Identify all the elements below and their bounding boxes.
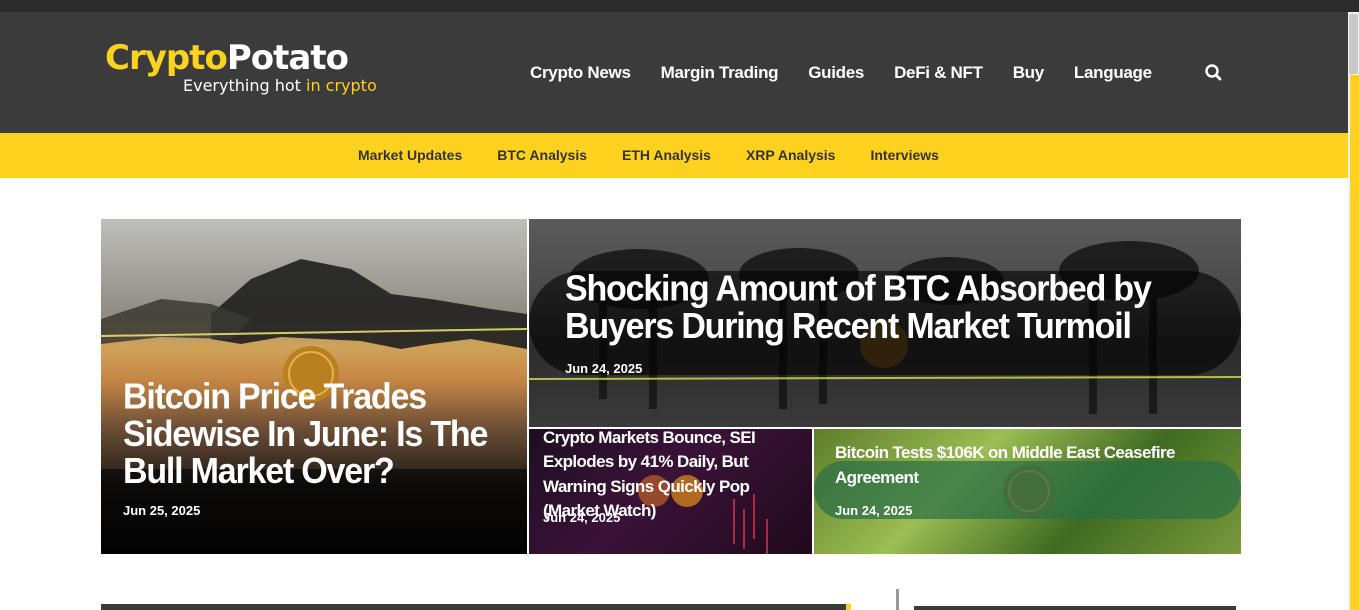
site-header: CryptoPotato Everything hot in crypto Cr…: [0, 12, 1348, 133]
subnav-interviews[interactable]: Interviews: [870, 147, 938, 163]
featured-article-3[interactable]: Crypto Markets Bounce, SEI Explodes by 4…: [529, 429, 812, 554]
logo-crypto-text: Crypto: [105, 38, 228, 78]
article-2-title[interactable]: Shocking Amount of BTC Absorbed by Buyer…: [565, 270, 1225, 346]
category-subnav: Market Updates BTC Analysis ETH Analysis…: [0, 133, 1348, 178]
tagline-text: Everything hot: [183, 76, 306, 95]
logo-potato-text: Potato: [226, 38, 349, 78]
sidebar-divider: [896, 589, 899, 610]
logo-tagline: Everything hot in crypto: [183, 76, 377, 95]
subnav-btc-analysis[interactable]: BTC Analysis: [497, 147, 587, 163]
nav-guides[interactable]: Guides: [808, 63, 864, 83]
site-logo[interactable]: CryptoPotato Everything hot in crypto: [105, 38, 385, 100]
nav-language[interactable]: Language: [1074, 63, 1152, 83]
tagline-highlight: in crypto: [306, 76, 377, 95]
section-header-bar: [101, 604, 846, 610]
article-1-date: Jun 25, 2025: [123, 503, 201, 518]
nav-defi-nft[interactable]: DeFi & NFT: [894, 63, 983, 83]
sidebar-header-bar: [914, 606, 1236, 610]
side-accent-strip: [1350, 75, 1359, 610]
subnav-xrp-analysis[interactable]: XRP Analysis: [746, 147, 836, 163]
article-4-date: Jun 24, 2025: [835, 503, 913, 518]
featured-article-4[interactable]: Bitcoin Tests $106K on Middle East Cease…: [814, 429, 1241, 554]
nav-crypto-news[interactable]: Crypto News: [530, 63, 631, 83]
browser-top-strip: [0, 0, 1359, 12]
scrollbar-thumb[interactable]: [1349, 14, 1358, 74]
article-2-date: Jun 24, 2025: [565, 361, 643, 376]
featured-article-2[interactable]: Shocking Amount of BTC Absorbed by Buyer…: [529, 219, 1241, 427]
article-1-title[interactable]: Bitcoin Price Trades Sidewise In June: I…: [123, 378, 493, 491]
subnav-market-updates[interactable]: Market Updates: [358, 147, 462, 163]
logo-wordmark: CryptoPotato: [105, 38, 385, 78]
search-icon[interactable]: [1204, 63, 1224, 83]
nav-buy[interactable]: Buy: [1013, 63, 1045, 83]
main-navigation: Crypto News Margin Trading Guides DeFi &…: [530, 62, 1182, 84]
article-3-date: Jun 24, 2025: [543, 510, 621, 525]
section-header-accent: [846, 604, 851, 610]
article-4-title[interactable]: Bitcoin Tests $106K on Middle East Cease…: [835, 441, 1215, 490]
nav-margin-trading[interactable]: Margin Trading: [661, 63, 779, 83]
subnav-eth-analysis[interactable]: ETH Analysis: [622, 147, 711, 163]
featured-article-1[interactable]: Bitcoin Price Trades Sidewise In June: I…: [101, 219, 527, 554]
